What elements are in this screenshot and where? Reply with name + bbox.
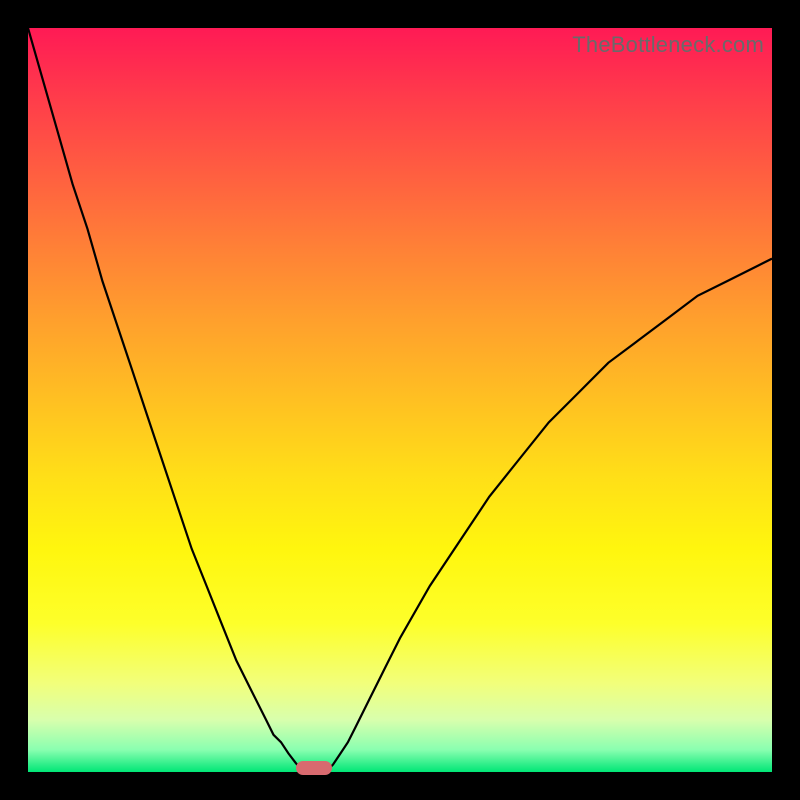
- curves-layer: [28, 28, 772, 772]
- plot-area: TheBottleneck.com: [28, 28, 772, 772]
- right-curve: [326, 259, 772, 772]
- chart-frame: TheBottleneck.com: [0, 0, 800, 800]
- left-curve: [28, 28, 303, 772]
- bottleneck-marker: [296, 761, 332, 775]
